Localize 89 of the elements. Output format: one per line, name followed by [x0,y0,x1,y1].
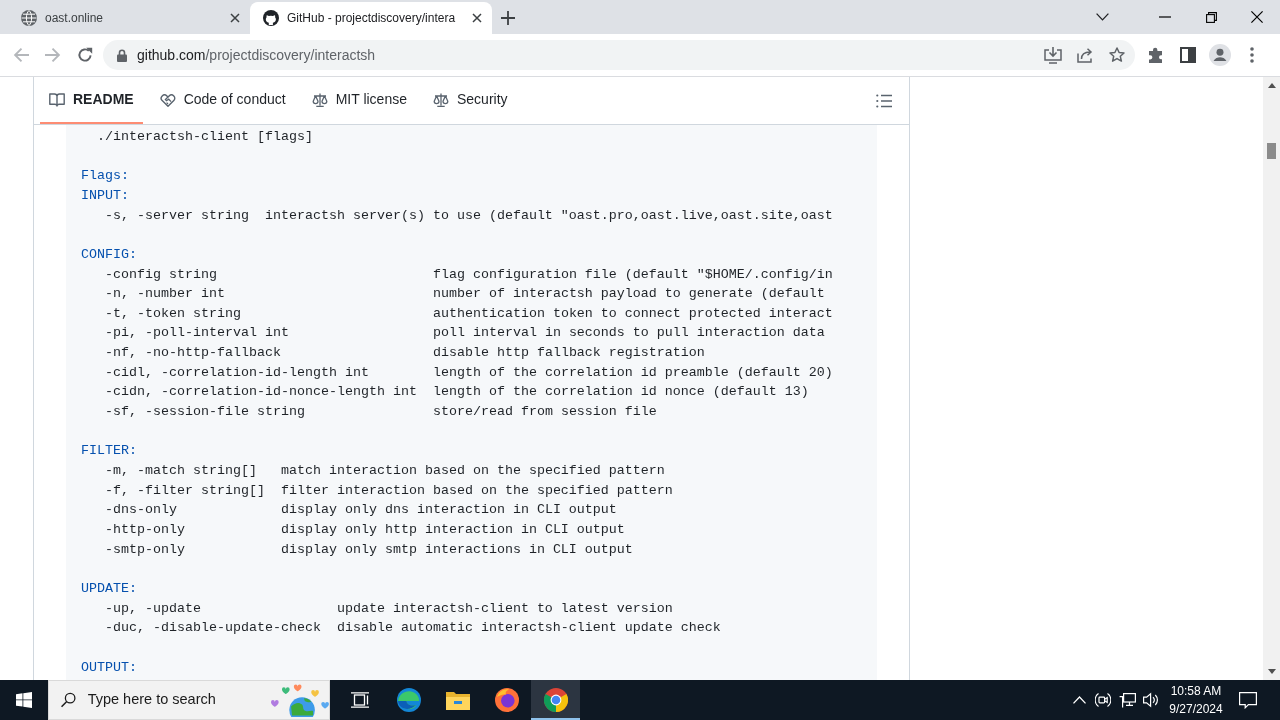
browser-tab[interactable]: oast.online [8,2,250,34]
restore-icon[interactable] [1205,11,1217,23]
option-description-text: interactsh server(s) to use (default "oast.pro,oast.live,oast.site,oast [264,206,833,225]
lock-icon [117,48,127,62]
option-name-text: -nf, -no-http-fallback [105,344,281,363]
scale-icon [311,91,328,108]
chevron-down-icon[interactable] [1095,13,1109,21]
folder-icon [445,690,470,710]
section-heading: INPUT: [81,187,129,203]
option-description-text: flag configuration file (default "$HOME/.config/in [432,265,833,284]
cat-logo-icon [263,10,279,26]
scrollbar-thumb[interactable] [1267,143,1276,159]
list-icon[interactable] [876,93,892,108]
globe-icon [21,10,37,26]
ring-logo-icon [494,688,519,712]
option-description-text: match interaction based on the specified pattern [280,462,665,481]
option-description-text: display only dns interaction in CLI output [280,501,617,520]
option-name-text: -up, -update [105,599,201,618]
option-name-text: -cidn, -correlation-id-nonce-length int [105,383,417,402]
speaker-icon[interactable] [1143,692,1159,708]
option-description-text: authentication token to connect protected interact [432,304,833,323]
monitor-download-icon[interactable] [1044,46,1062,64]
section-heading: FILTER: [81,443,137,459]
chevron-up-icon[interactable] [1072,696,1086,704]
option-description-text: display only smtp interactions in CLI output [280,540,633,559]
taskbar-button[interactable] [531,680,580,720]
circle-logo-icon [543,688,568,712]
readme-tab[interactable]: Code of conduct [150,77,295,124]
notification-icon[interactable] [1239,691,1257,709]
readme-tab[interactable]: Security [423,77,517,124]
address-bar[interactable]: github.com/projectdiscovery/interactsh [103,40,1135,70]
search-box[interactable]: Type here to search [48,680,330,720]
camera-icon[interactable] [1095,692,1111,708]
search-field[interactable]: Type here to search [87,689,259,711]
reload-icon[interactable] [77,47,93,63]
close-icon[interactable] [1251,11,1263,23]
section-heading: UPDATE: [81,580,137,596]
scroll-up-icon[interactable] [1267,83,1276,88]
option-name-text: -dns-only [105,501,177,520]
start-icon[interactable] [16,692,32,708]
plus-icon[interactable] [501,11,515,25]
puzzle-piece-icon[interactable] [1148,47,1164,63]
share-icon[interactable] [1077,47,1093,63]
scroll-down-icon[interactable] [1267,669,1276,674]
option-name-text: -m, -match string[] [105,462,257,481]
option-name-text: -t, -token string [105,304,241,323]
wave-logo-icon [396,688,421,712]
section-heading: CONFIG: [81,246,137,262]
section-heading: Flags: [81,168,129,184]
readme-tab[interactable]: MIT license [302,77,416,124]
star-icon[interactable] [1109,47,1125,63]
close-icon[interactable] [472,13,482,23]
scale-icon [432,91,449,108]
globe-hearts-icon [270,683,329,717]
close-icon[interactable] [230,13,240,23]
url-text: github.com/projectdiscovery/interactsh [137,45,376,65]
clock-time: 10:58 AM [1170,683,1222,700]
option-description-text: poll interval in seconds to pull interaction data [432,324,825,343]
browser-tab[interactable]: GitHub - projectdiscovery/intera [250,2,492,34]
option-description-text: disable http fallback registration [432,344,705,363]
option-name-text: -config string [105,265,217,284]
option-name-text: -s, -server string [105,206,249,225]
book-icon [49,91,65,108]
side-panel-icon[interactable] [1180,47,1196,63]
option-name-text: -f, -filter string[] [105,481,265,500]
option-name-text: -duc, -disable-update-check [105,619,321,638]
option-description-text: number of interactsh payload to generate (default [432,285,825,304]
command-text: ./interactsh-client [flags] [97,129,313,144]
option-name-text: -sf, -session-file string [105,403,305,422]
heart-handshake-icon [159,91,176,108]
option-name-text: -cidl, -correlation-id-length int [105,363,369,382]
section-heading: OUTPUT: [81,659,137,675]
option-name-text: -pi, -poll-interval int [105,324,289,343]
option-description-text: display only http interaction in CLI output [280,521,625,539]
option-name-text: -n, -number int [105,285,225,304]
option-description-text: filter interaction based on the specified pattern [280,481,673,500]
option-description-text: length of the correlation id preamble (default 20) [432,363,833,382]
search-icon [61,692,76,708]
option-description-text: disable automatic interactsh-client update check [336,619,721,638]
profile-avatar-icon[interactable] [1209,44,1231,66]
option-name-text: -http-only [105,521,185,539]
option-description-text: length of the correlation id nonce (default 13) [432,383,809,402]
option-description-text: store/read from session file [432,403,657,422]
menu-icon[interactable] [1250,47,1254,63]
network-icon[interactable] [1118,692,1136,708]
option-name-text: -smtp-only [105,540,185,559]
clock-date: 9/27/2024 [1169,701,1223,718]
task-view-icon[interactable] [351,692,369,708]
option-description-text: update interactsh-client to latest version [336,599,673,618]
